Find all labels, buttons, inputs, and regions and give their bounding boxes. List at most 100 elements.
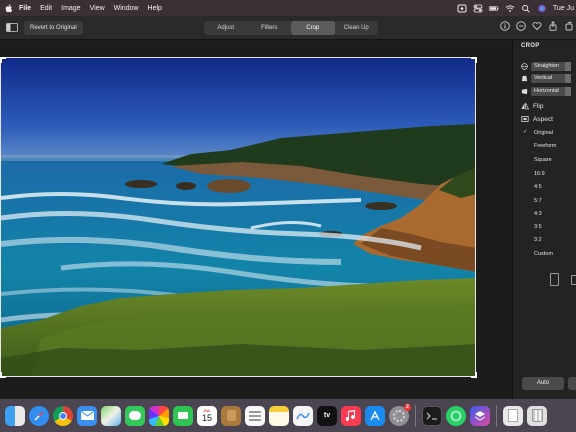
app-store-a-icon [370,410,380,420]
share-icon[interactable] [548,21,558,31]
preview-icon[interactable] [503,405,523,426]
terminal-icon[interactable] [422,405,442,426]
crop-handle-top-right[interactable] [471,57,477,63]
aspect-option-square[interactable]: Square [534,157,552,163]
tab-crop[interactable]: Crop [291,21,335,35]
photo-image[interactable] [0,57,476,377]
notes-icon[interactable] [269,405,289,426]
flip-icon [521,102,529,110]
reset-button[interactable] [568,377,576,390]
search-icon[interactable] [521,4,531,13]
aspect-option-5-7[interactable]: 5:7 [534,198,542,204]
aspect-section: Aspect [521,115,553,123]
facetime-icon[interactable] [173,405,193,426]
tab-adjust[interactable]: Adjust [204,21,248,35]
menu-view[interactable]: View [90,5,105,12]
photos-icon[interactable] [149,405,169,426]
control-center-icon[interactable] [473,4,483,13]
safari-icon[interactable] [29,405,49,426]
battery-icon[interactable] [488,4,499,13]
aspect-label: Aspect [533,115,553,123]
squiggle-icon [296,412,310,419]
phone-bubble-icon [450,410,462,421]
system-settings-icon[interactable]: 2 [389,403,411,426]
aspect-option-4-5[interactable]: 4:5 [534,184,542,190]
menu-help[interactable]: Help [148,5,162,12]
music-note-icon [346,409,356,421]
messages-icon[interactable] [125,405,145,426]
sidebar-toggle-icon[interactable] [6,23,18,32]
straighten-icon [521,62,528,70]
editor-toolbar: Revert to Original Adjust Filters Crop C… [0,16,576,40]
app-store-icon[interactable] [365,405,385,426]
edit-tabs: Adjust Filters Crop Clean Up [204,21,378,35]
tv-icon[interactable]: tv [317,405,337,426]
aspect-selected-check-icon: ✓ [523,129,528,135]
aspect-option-16-9[interactable]: 16:9 [534,171,545,177]
layers-icon [474,410,486,421]
vertical-perspective-icon [521,75,528,81]
aspect-option-3-5[interactable]: 3:5 [534,224,542,230]
dock-separator-2 [496,404,497,427]
more-options-icon[interactable] [516,21,526,31]
vertical-value-field[interactable] [565,73,571,83]
menubar-app-icon[interactable] [457,4,467,13]
crop-panel: CROP Straighten Vertical Horizontal Flip… [512,41,576,399]
aspect-icon [521,116,529,122]
aspect-option-4-3[interactable]: 4:3 [534,211,542,217]
trash-icon[interactable] [527,405,547,426]
freeform-icon[interactable] [293,405,313,426]
shortcuts-icon[interactable] [470,405,490,426]
chrome-icon[interactable] [53,405,73,426]
menu-file[interactable]: File [19,5,31,12]
horizontal-label: Horizontal [531,86,565,96]
horizontal-value-field[interactable] [565,86,571,96]
siri-icon[interactable] [537,4,547,13]
dock: JUL 15 tv 2 [0,399,576,432]
music-icon[interactable] [341,405,361,426]
horizontal-control[interactable]: Horizontal [521,86,571,96]
straighten-control[interactable]: Straighten [521,61,571,71]
landscape-orientation-button[interactable] [571,275,576,285]
straighten-value-field[interactable] [565,61,571,71]
tab-filters[interactable]: Filters [248,21,292,35]
dock-separator [415,404,416,427]
settings-badge: 2 [404,403,411,411]
aspect-option-3-2[interactable]: 3:2 [534,237,542,243]
info-icon[interactable] [500,21,510,31]
horizontal-perspective-icon [521,88,528,94]
favorite-heart-icon[interactable] [532,21,542,31]
prompt-icon [426,412,437,419]
menu-edit[interactable]: Edit [40,5,52,12]
crop-handle-top-left[interactable] [0,57,6,63]
crop-handle-bottom-right[interactable] [471,372,477,378]
whatsapp-icon[interactable] [446,405,466,426]
menu-bar: File Edit Image View Window Help Tue Ju [0,0,576,16]
mail-icon[interactable] [77,405,97,426]
reminders-icon[interactable] [245,405,265,426]
tab-clean-up[interactable]: Clean Up [335,21,379,35]
maps-icon[interactable] [101,405,121,426]
envelope-icon [80,411,94,420]
compass-needle-icon [34,410,44,421]
finder-icon[interactable] [5,405,25,426]
portrait-orientation-button[interactable] [550,273,559,286]
vertical-control[interactable]: Vertical [521,73,571,83]
crop-handle-bottom-left[interactable] [0,372,6,378]
aspect-option-freeform[interactable]: Freeform [534,143,556,149]
revert-to-original-button[interactable]: Revert to Original [24,21,83,35]
menu-image[interactable]: Image [61,5,80,12]
contacts-icon[interactable] [221,405,241,426]
vertical-label: Vertical [531,73,565,83]
apple-icon[interactable] [5,3,13,13]
wifi-icon[interactable] [505,4,515,13]
rotate-icon[interactable] [564,21,574,31]
menu-window[interactable]: Window [114,5,139,12]
coastal-landscape-photo [1,58,475,376]
aspect-option-original[interactable]: Original [534,130,553,136]
auto-button[interactable]: Auto [522,377,564,390]
aspect-option-custom[interactable]: Custom [534,251,553,257]
flip-button[interactable]: Flip [521,102,543,110]
menubar-clock[interactable]: Tue Ju [553,5,574,12]
calendar-icon[interactable]: JUL 15 [197,405,217,426]
